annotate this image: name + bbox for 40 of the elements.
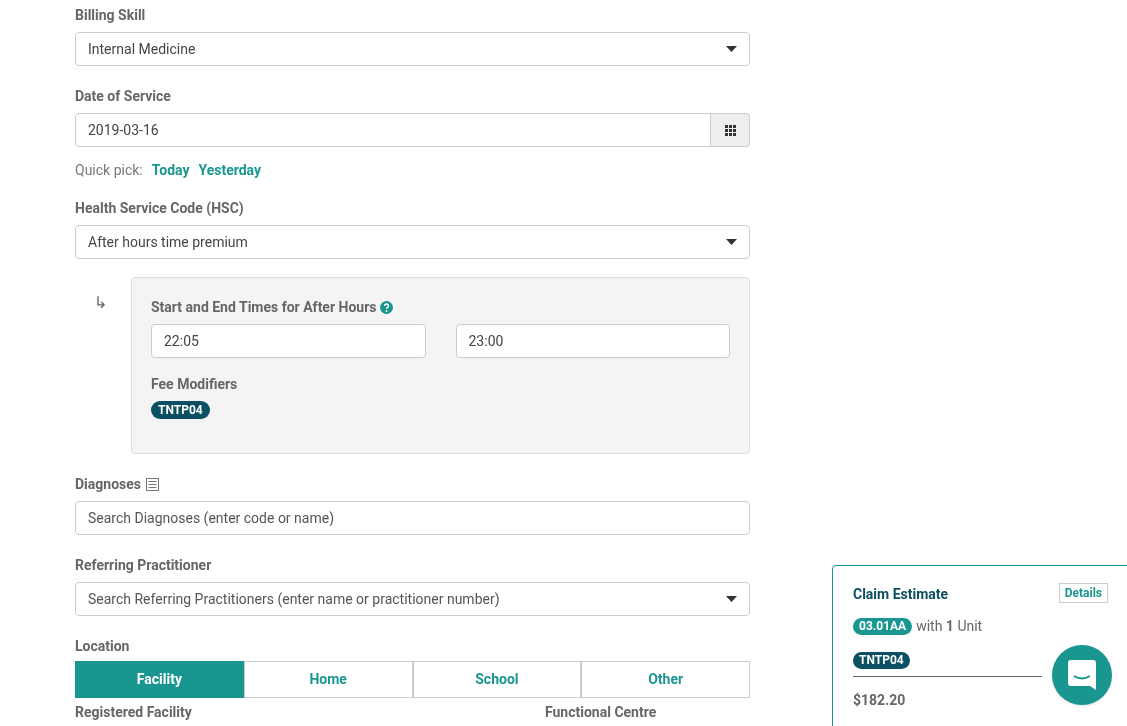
field-label: Fee Modifiers [151,375,239,393]
total-amount: $182.20 [853,691,907,710]
billing-skill-select[interactable]: Internal Medicine [75,32,750,66]
field-label: Billing Skill [75,6,147,24]
date-field[interactable]: 2019-03-16 [75,113,711,147]
sub-arrow: ↳ [94,293,107,312]
chat-icon [1068,660,1096,690]
location-tab[interactable]: Facility [75,661,244,698]
field-label: Health Service Code (HSC) [75,199,245,217]
caret-icon [726,46,737,52]
field-label: Location [75,637,131,655]
diagnoses-search-field[interactable]: Search Diagnoses (enter code or name) [75,501,750,535]
field-label: Date of Service [75,87,172,105]
field-label: Registered Facility [75,703,193,721]
location-tab[interactable]: Other [581,661,750,698]
list-icon[interactable] [146,477,159,491]
referring-practitioner-select[interactable]: Search Referring Practitioners (enter name or practitioner number) [75,582,750,616]
location-tab[interactable]: School [412,661,582,698]
quick-pick-link[interactable]: Today [151,160,190,181]
caret-icon [726,596,737,602]
quick-pick-label: Quick pick: [75,161,143,180]
field-label: Functional Centre [545,703,657,721]
end-time-field[interactable]: 23:00 [455,324,730,358]
modifier-tag: TNTP04 [853,652,910,669]
field-label: Diagnoses [75,475,141,493]
field-label: Start and End Times for After Hours [151,298,377,316]
card-title: Claim Estimate [853,585,949,604]
grid-icon [724,124,736,136]
location-tab[interactable]: Home [243,661,413,698]
field-label: Referring Practitioner [75,556,213,574]
help-icon[interactable] [380,300,394,314]
details-button[interactable]: Details [1058,583,1108,603]
quick-pick-link[interactable]: Yesterday [198,160,262,181]
start-time-field[interactable]: 22:05 [151,324,426,358]
modifier-tag: TNTP04 [151,401,210,419]
calendar-button[interactable] [711,113,750,147]
units-text: with 1 Unit [916,617,983,636]
hsc-select[interactable]: After hours time premium [75,225,750,259]
code-tag: 03.01AA [853,618,913,635]
caret-icon [726,239,737,245]
